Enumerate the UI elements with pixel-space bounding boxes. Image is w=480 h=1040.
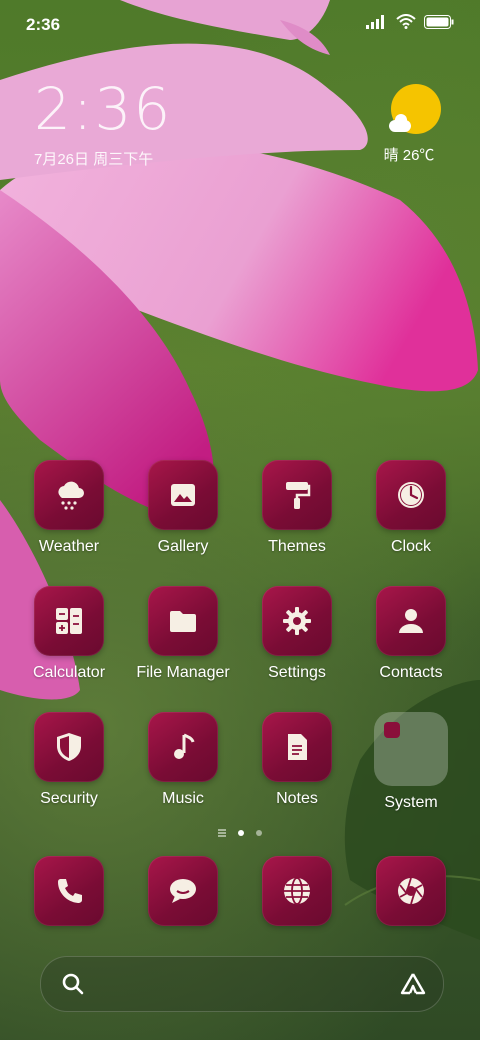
app-label: Clock: [390, 538, 431, 555]
clock-date: 7月26日 周三下午: [34, 151, 154, 168]
music-note-icon: [148, 712, 218, 782]
wifi-icon: [396, 14, 416, 29]
search-icon[interactable]: [61, 972, 85, 996]
app-gallery[interactable]: Gallery: [126, 460, 240, 586]
app-music[interactable]: Music: [126, 712, 240, 838]
battery-icon: [424, 14, 454, 29]
dock-phone[interactable]: [12, 856, 126, 926]
gear-icon: [262, 586, 332, 656]
app-label: Settings: [268, 664, 326, 681]
app-settings[interactable]: Settings: [240, 586, 354, 712]
note-icon: [262, 712, 332, 782]
clock-widget[interactable]: 2:36 7月26日 周三下午: [34, 80, 172, 169]
app-file-manager[interactable]: File Manager: [126, 586, 240, 712]
page-dot-active[interactable]: [238, 830, 244, 836]
app-themes[interactable]: Themes: [240, 460, 354, 586]
dock-camera[interactable]: [354, 856, 468, 926]
app-label: System: [384, 794, 438, 811]
app-label: Contacts: [379, 664, 443, 681]
dock: [12, 856, 468, 926]
dock-messages[interactable]: [126, 856, 240, 926]
weather-widget[interactable]: 晴 26℃: [384, 84, 446, 165]
menu-page-icon[interactable]: [218, 832, 226, 834]
clock-icon: [376, 460, 446, 530]
app-label: Themes: [268, 538, 326, 555]
folder-icon: [374, 712, 448, 786]
browser-icon: [262, 856, 332, 926]
app-label: Gallery: [157, 538, 209, 555]
app-label: Calculator: [32, 664, 106, 681]
person-icon: [376, 586, 446, 656]
app-row: Security Music Notes System: [12, 712, 468, 838]
assistant-icon[interactable]: [399, 971, 427, 997]
search-bar[interactable]: [40, 956, 444, 1012]
app-row: Weather Gallery Themes Clock: [12, 460, 468, 586]
app-contacts[interactable]: Contacts: [354, 586, 468, 712]
dock-browser[interactable]: [240, 856, 354, 926]
app-folder-system[interactable]: System: [354, 712, 468, 838]
message-icon: [148, 856, 218, 926]
mini-app-icon: [384, 722, 400, 738]
app-label: File Manager: [136, 664, 230, 681]
app-label: Weather: [38, 538, 100, 555]
weather-icon: [34, 460, 104, 530]
sunny-cloud-icon: [389, 84, 441, 134]
weather-text: 晴 26℃: [383, 147, 435, 164]
camera-icon: [376, 856, 446, 926]
app-weather[interactable]: Weather: [12, 460, 126, 586]
calculator-icon: [34, 586, 104, 656]
folder-icon: [148, 586, 218, 656]
app-clock[interactable]: Clock: [354, 460, 468, 586]
paint-roller-icon: [262, 460, 332, 530]
page-indicator: [0, 830, 480, 836]
page-dot[interactable]: [256, 830, 262, 836]
status-bar: 2:36: [0, 0, 480, 50]
app-label: Music: [162, 790, 204, 807]
status-icons: [366, 14, 454, 29]
phone-icon: [34, 856, 104, 926]
app-label: Notes: [276, 790, 318, 807]
signal-icon: [366, 14, 384, 29]
app-calculator[interactable]: Calculator: [12, 586, 126, 712]
status-time: 2:36: [26, 15, 61, 34]
app-notes[interactable]: Notes: [240, 712, 354, 838]
app-security[interactable]: Security: [12, 712, 126, 838]
clock-time: 2:36: [34, 75, 173, 143]
shield-icon: [34, 712, 104, 782]
app-grid: Weather Gallery Themes Clock Calculator …: [12, 460, 468, 838]
gallery-icon: [148, 460, 218, 530]
app-label: Security: [40, 790, 98, 807]
app-row: Calculator File Manager Settings Contact…: [12, 586, 468, 712]
